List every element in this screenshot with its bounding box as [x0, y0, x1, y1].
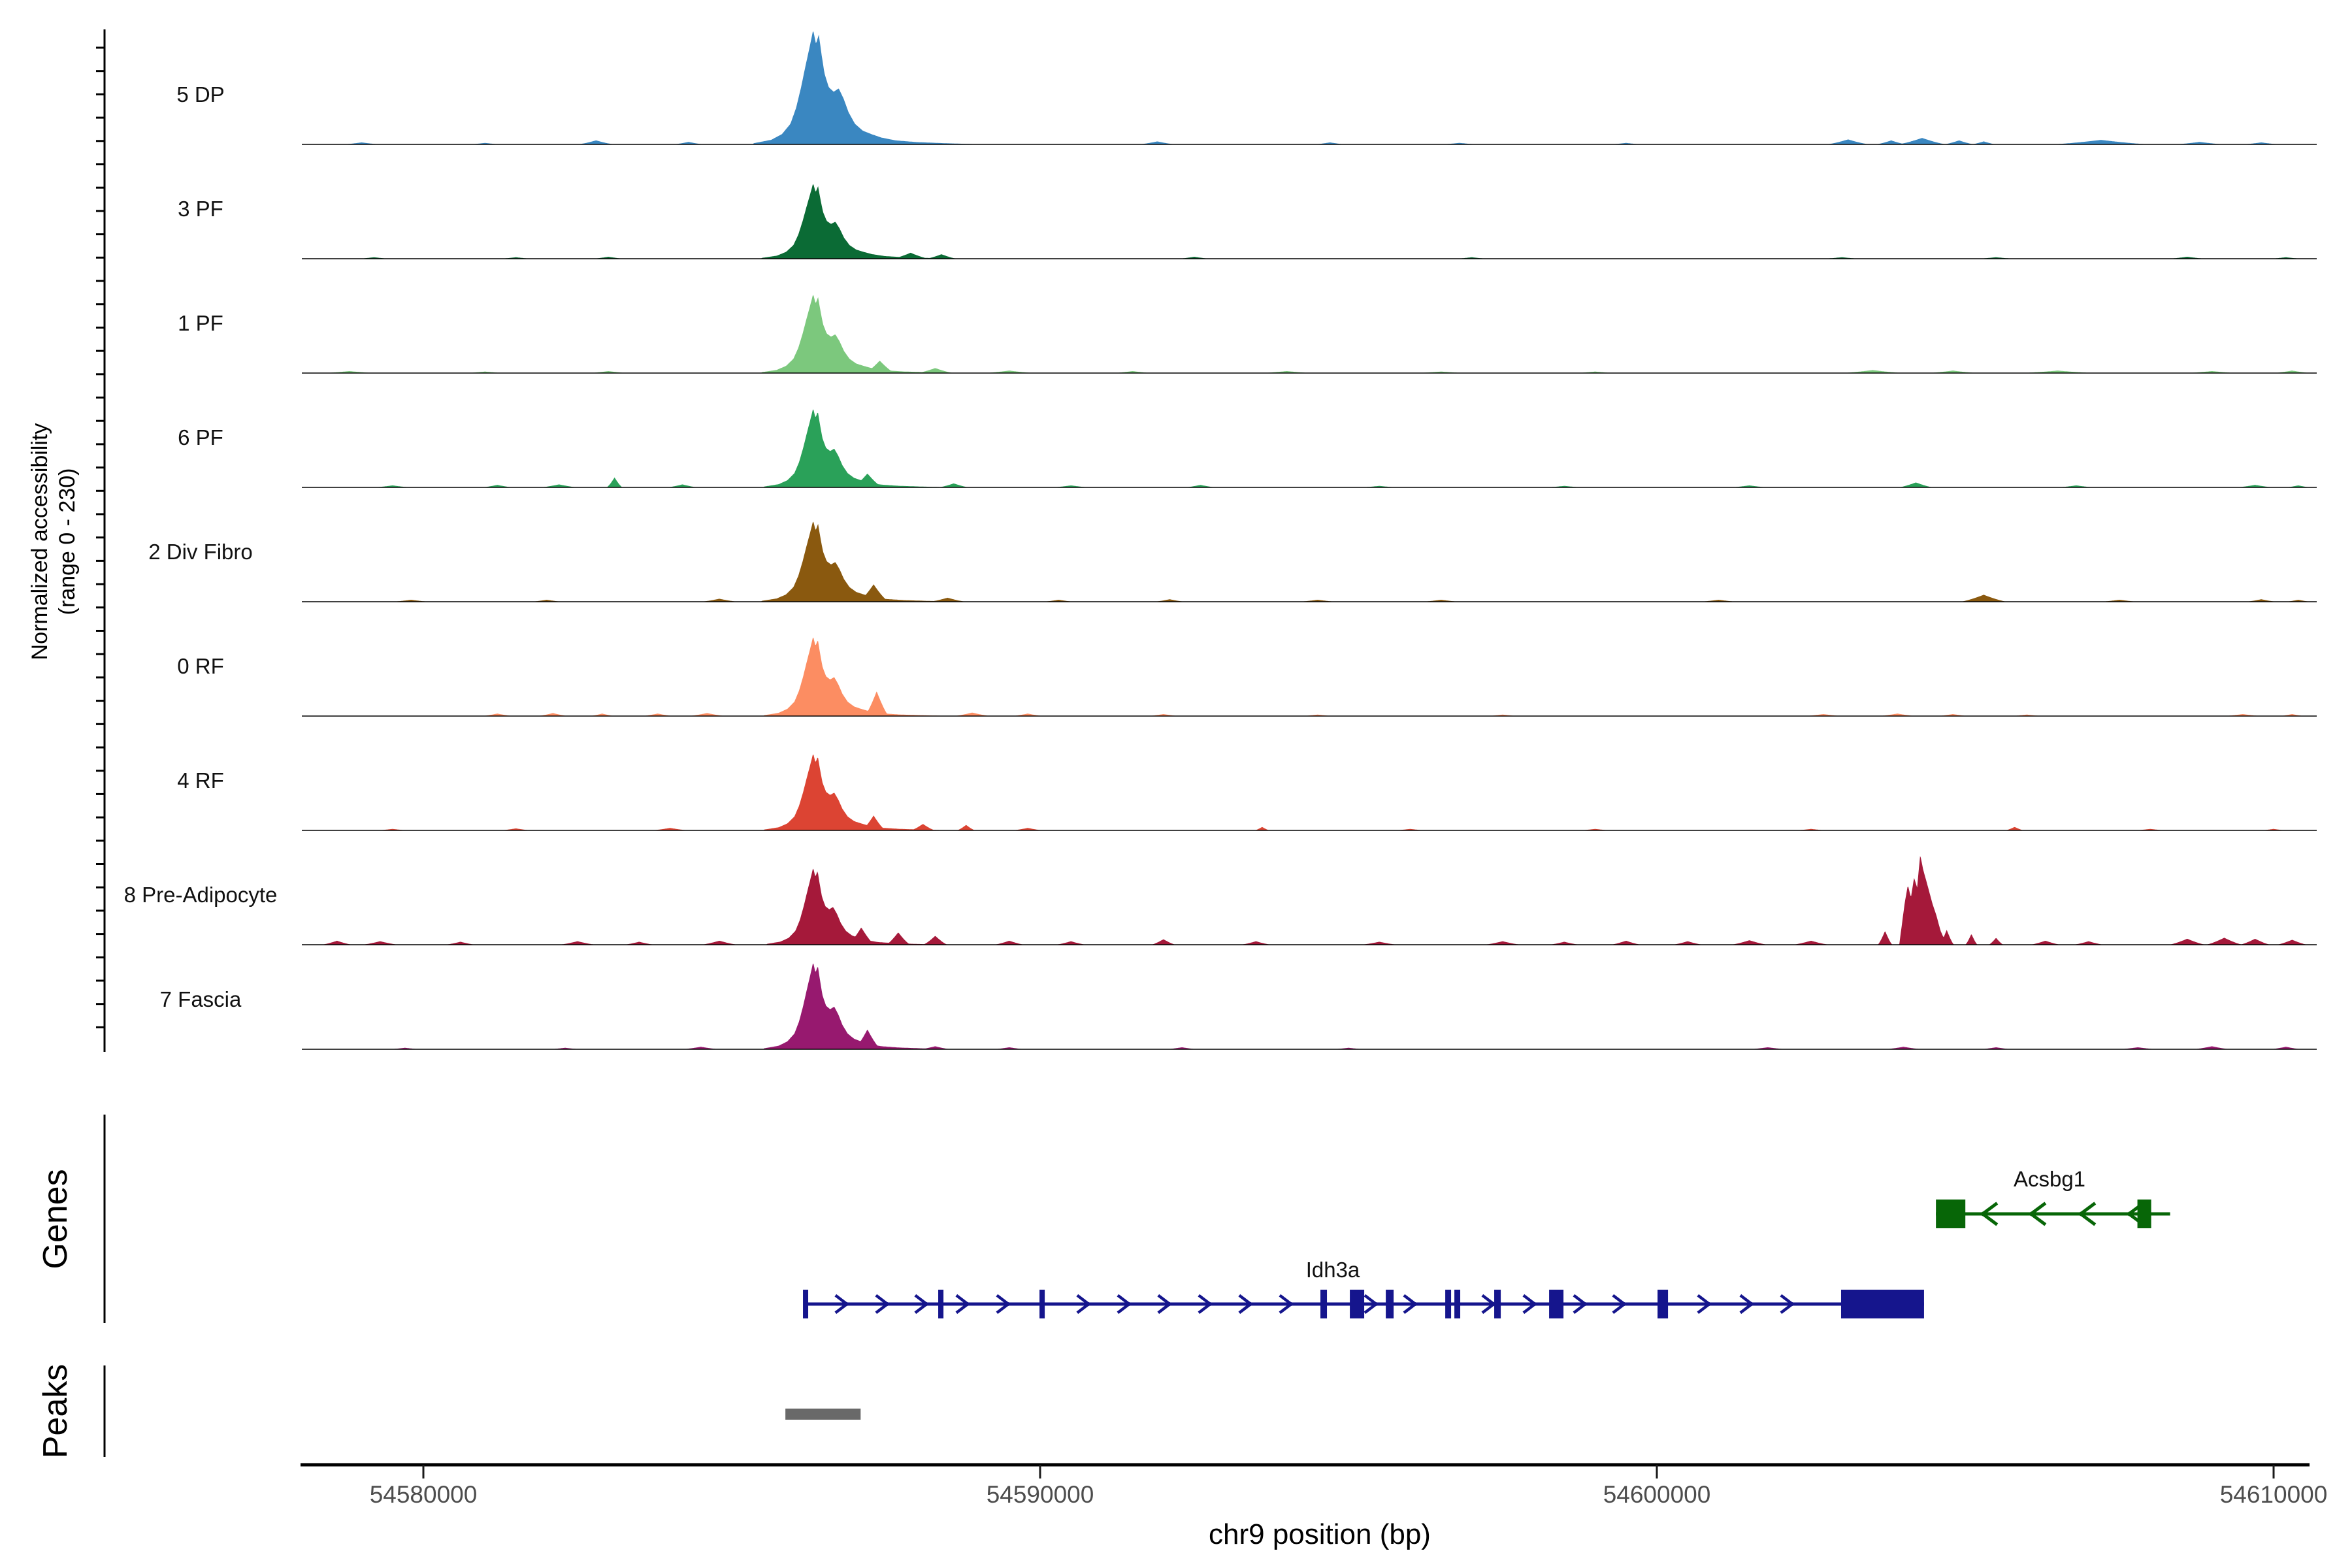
gene-label-acsbg1: Acsbg1 [1952, 1164, 2148, 1194]
gene-label-idh3a: Idh3a [1235, 1255, 1431, 1285]
genome-browser-figure: Normalized accessibility (range 0 - 230)… [0, 0, 2352, 1568]
track-label-8preadipocyte: 8 Pre-Adipocyte [50, 882, 351, 908]
x-tick-label-54580000: 54580000 [325, 1482, 521, 1508]
genes-section-label: Genes [38, 1121, 73, 1317]
x-tick-label-54610000: 54610000 [2176, 1482, 2352, 1508]
track-label-4rf: 4 RF [50, 768, 351, 794]
x-axis-title: chr9 position (bp) [1124, 1519, 1516, 1550]
track-label-0rf: 0 RF [50, 653, 351, 679]
peaks-section-label: Peaks [38, 1313, 73, 1509]
y-axis-title-line1: Normalized accessibility [26, 313, 54, 770]
track-label-6pf: 6 PF [50, 425, 351, 451]
track-label-3pf: 3 PF [50, 196, 351, 222]
track-label-7fascia: 7 Fascia [50, 987, 351, 1013]
track-label-1pf: 1 PF [50, 310, 351, 336]
tracks-plot-canvas [0, 0, 2352, 1568]
track-label-5dp: 5 DP [50, 82, 351, 108]
x-tick-label-54600000: 54600000 [1559, 1482, 1755, 1508]
track-label-2divfibro: 2 Div Fibro [50, 539, 351, 565]
x-tick-label-54590000: 54590000 [942, 1482, 1138, 1508]
